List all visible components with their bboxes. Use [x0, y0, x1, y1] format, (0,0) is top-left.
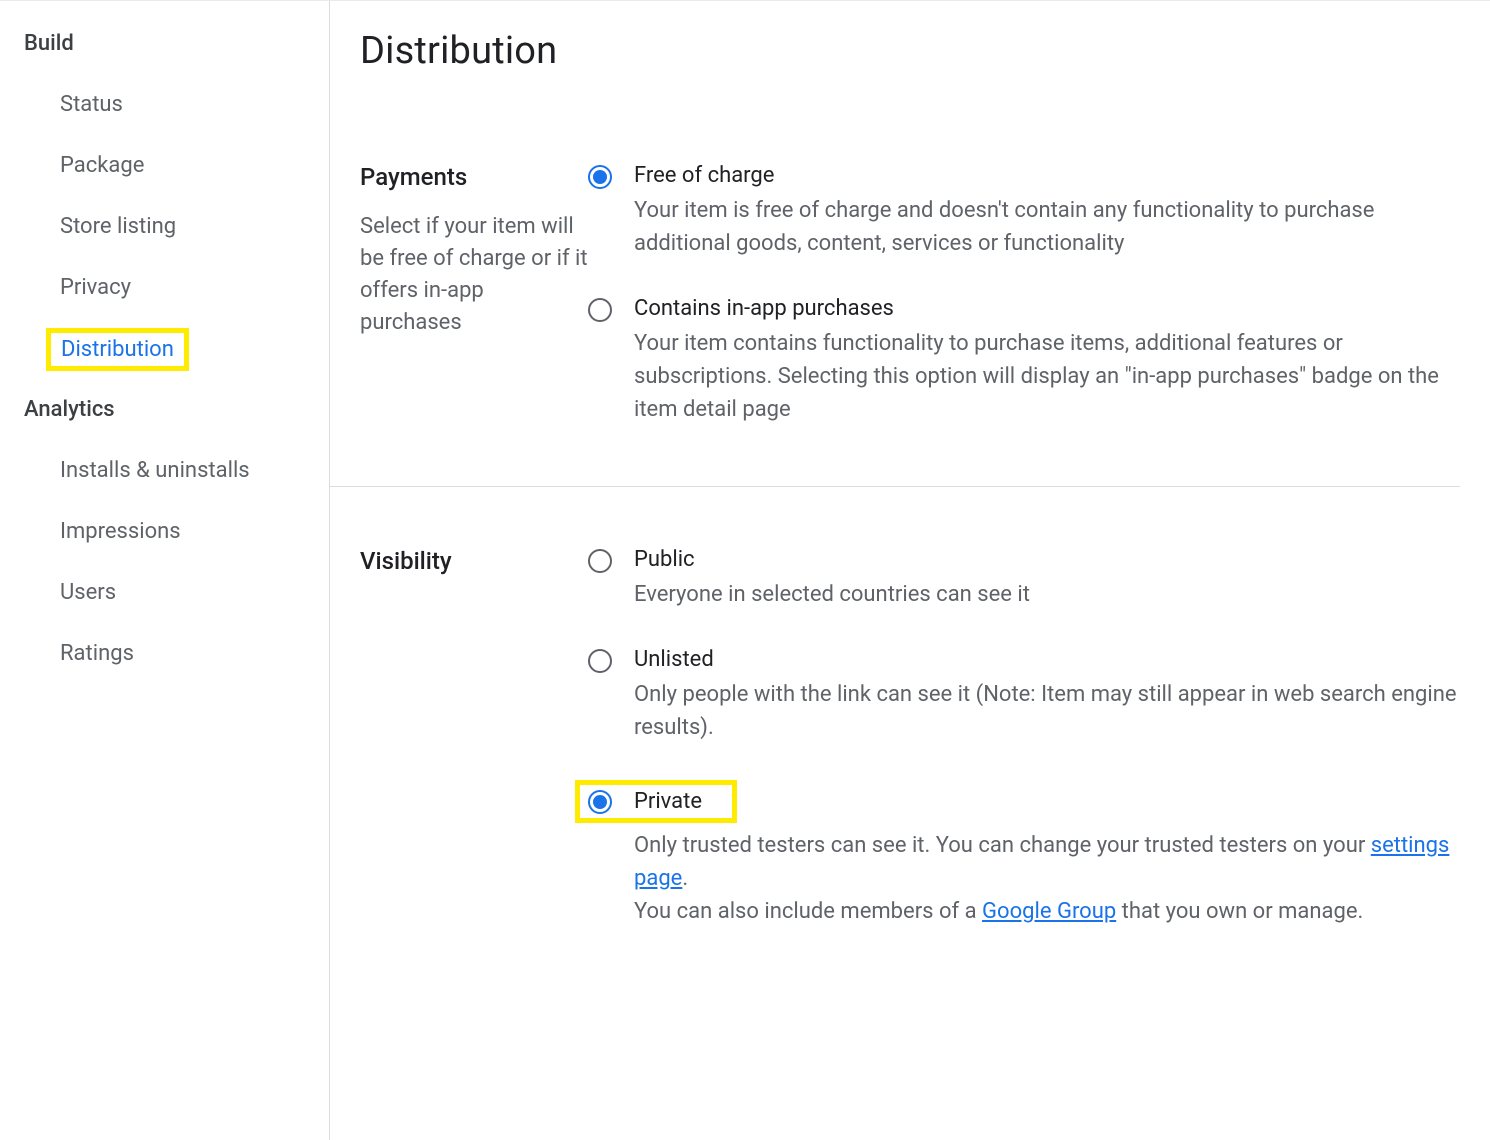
sidebar-item-installs[interactable]: Installs & uninstalls — [0, 440, 329, 501]
radio-public: Public Everyone in selected countries ca… — [588, 547, 1460, 611]
section-visibility: Visibility Public Everyone in selected c… — [360, 547, 1460, 988]
private-desc2-post: that you own or manage. — [1116, 899, 1363, 924]
radio-unlisted-title: Unlisted — [634, 647, 1460, 672]
sidebar-item-ratings[interactable]: Ratings — [0, 623, 329, 684]
radio-public-title: Public — [634, 547, 1460, 572]
sidebar-item-impressions[interactable]: Impressions — [0, 501, 329, 562]
highlight-box-private: Private — [575, 780, 737, 823]
radio-free-title: Free of charge — [634, 163, 1460, 188]
radio-private-title: Private — [634, 789, 702, 814]
section-payments: Payments Select if your item will be fre… — [330, 163, 1460, 487]
link-google-group[interactable]: Google Group — [982, 899, 1116, 924]
radio-private-desc: Only trusted testers can see it. You can… — [634, 829, 1460, 928]
sidebar-section-build: Build — [0, 21, 329, 74]
private-desc-pre: Only trusted testers can see it. You can… — [634, 833, 1371, 858]
sidebar-item-status[interactable]: Status — [0, 74, 329, 135]
highlight-box-distribution: Distribution — [46, 328, 189, 371]
page-title: Distribution — [360, 29, 1460, 73]
main-content: Distribution Payments Select if your ite… — [330, 1, 1490, 1140]
payments-help: Select if your item will be free of char… — [360, 211, 588, 339]
radio-free-of-charge-input[interactable] — [588, 165, 612, 189]
radio-unlisted-desc: Only people with the link can see it (No… — [634, 678, 1460, 744]
payments-label: Payments — [360, 163, 588, 191]
sidebar-item-store-listing[interactable]: Store listing — [0, 196, 329, 257]
sidebar-item-package[interactable]: Package — [0, 135, 329, 196]
sidebar-item-users[interactable]: Users — [0, 562, 329, 623]
radio-in-app-purchases: Contains in-app purchases Your item cont… — [588, 296, 1460, 426]
sidebar-section-analytics: Analytics — [0, 387, 329, 440]
radio-inapp-title: Contains in-app purchases — [634, 296, 1460, 321]
radio-inapp-desc: Your item contains functionality to purc… — [634, 327, 1460, 426]
sidebar-item-privacy[interactable]: Privacy — [0, 257, 329, 318]
radio-private: Private Only trusted testers can see it.… — [588, 780, 1460, 928]
radio-inapp-input[interactable] — [588, 298, 612, 322]
radio-unlisted-input[interactable] — [588, 649, 612, 673]
sidebar: Build Status Package Store listing Priva… — [0, 1, 330, 1140]
radio-public-input[interactable] — [588, 549, 612, 573]
radio-unlisted: Unlisted Only people with the link can s… — [588, 647, 1460, 744]
radio-private-input[interactable] — [588, 790, 612, 814]
private-desc-mid: . — [682, 866, 688, 891]
private-desc2-pre: You can also include members of a — [634, 899, 982, 924]
sidebar-item-distribution[interactable]: Distribution — [61, 337, 174, 362]
radio-public-desc: Everyone in selected countries can see i… — [634, 578, 1460, 611]
radio-free-of-charge: Free of charge Your item is free of char… — [588, 163, 1460, 260]
radio-free-desc: Your item is free of charge and doesn't … — [634, 194, 1460, 260]
visibility-label: Visibility — [360, 547, 588, 575]
